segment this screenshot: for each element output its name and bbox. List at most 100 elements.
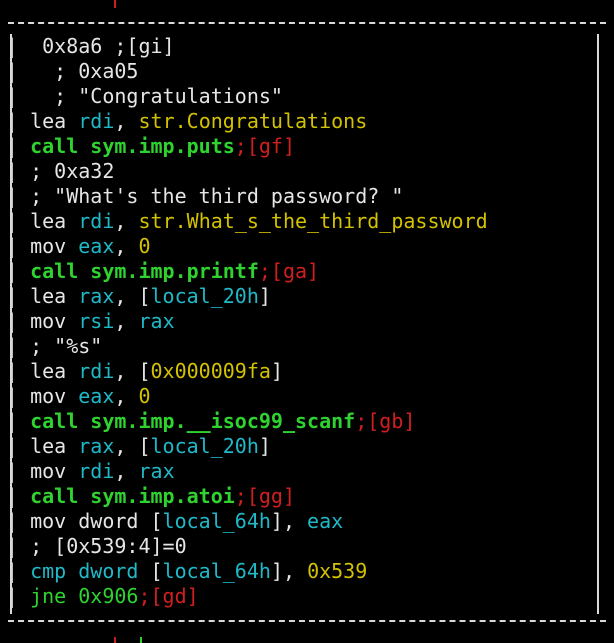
line-gutter: | [6, 359, 31, 383]
asm-token: call sym.imp.puts [30, 134, 235, 158]
line-gutter: | [6, 34, 31, 58]
asm-token: 0 [138, 384, 151, 408]
line-gutter: | [6, 184, 31, 208]
asm-line: | ; "What's the third password? " [6, 184, 403, 209]
asm-line: | call sym.imp.printf;[ga] [6, 259, 319, 284]
asm-token: str.What_s_the_third_password [138, 209, 488, 233]
asm-token: local_64h [162, 509, 271, 533]
asm-token: rdi [78, 359, 115, 383]
block-top-border [8, 22, 606, 24]
asm-token: mov [30, 234, 79, 258]
line-gutter: | [6, 59, 31, 83]
asm-line: | mov eax, 0 [6, 234, 151, 259]
line-gutter: | [6, 484, 31, 508]
asm-token: , [114, 309, 139, 333]
line-gutter: | [6, 509, 31, 533]
line-gutter: | [6, 84, 31, 108]
line-gutter: | [6, 559, 31, 583]
asm-line: | call sym.imp.__isoc99_scanf;[gb] [6, 409, 415, 434]
asm-token: eax [78, 234, 115, 258]
asm-line: | ; [0x539:4]=0 [6, 534, 187, 559]
asm-token: eax [307, 509, 344, 533]
asm-token: rax [78, 284, 115, 308]
terminal-window: | 0x8a6 ;[gi] | ; 0xa05 | ; "Congratulatio… [0, 0, 614, 643]
asm-token: ;[ga] [258, 259, 320, 283]
asm-token: local_20h [150, 434, 259, 458]
asm-token: ; 0xa05 [30, 59, 139, 83]
line-gutter: | [6, 109, 31, 133]
asm-line: | lea rax, [local_20h] [6, 434, 271, 459]
asm-token: lea [30, 434, 79, 458]
line-gutter: | [6, 309, 31, 333]
line-gutter: | [6, 234, 31, 258]
outgoing-edge-true-marker [140, 637, 142, 643]
asm-line: | lea rax, [local_20h] [6, 284, 271, 309]
line-gutter: | [6, 334, 31, 358]
asm-line: | mov dword [local_64h], eax [6, 509, 343, 534]
line-gutter: | [6, 534, 31, 558]
asm-token: ], [270, 559, 308, 583]
asm-token: rdi [78, 209, 115, 233]
asm-token: 0x539 [307, 559, 368, 583]
asm-token: rdi [78, 109, 115, 133]
asm-token: jne 0x906 [30, 584, 139, 608]
asm-line: | ; 0xa32 [6, 159, 114, 184]
asm-token: ; "%s" [30, 334, 103, 358]
asm-token: ] [258, 434, 271, 458]
asm-token: , [ [114, 284, 151, 308]
line-gutter: | [6, 434, 31, 458]
asm-token: ; [0x539:4]=0 [30, 534, 187, 558]
outgoing-edge-false-marker [114, 637, 116, 643]
asm-token: ; 0xa32 [30, 159, 115, 183]
asm-line: | mov eax, 0 [6, 384, 151, 409]
asm-token: local_64h [162, 559, 271, 583]
asm-token: [ [150, 559, 163, 583]
incoming-edge-marker [114, 0, 116, 8]
asm-token: rax [138, 459, 175, 483]
asm-line: | mov rdi, rax [6, 459, 175, 484]
asm-token: lea [30, 359, 79, 383]
asm-line: | call sym.imp.atoi;[gg] [6, 484, 295, 509]
asm-token: eax [78, 384, 115, 408]
line-gutter: | [6, 584, 31, 608]
asm-token: rax [138, 309, 175, 333]
asm-token: rdi [78, 459, 115, 483]
asm-token: , [114, 209, 139, 233]
block-right-border [597, 34, 599, 614]
asm-token: call sym.imp.printf [30, 259, 259, 283]
asm-line: | lea rdi, str.Congratulations [6, 109, 367, 134]
asm-token: mov dword [ [30, 509, 163, 533]
asm-token: mov [30, 459, 79, 483]
asm-token: , [ [114, 434, 151, 458]
asm-token: , [114, 459, 139, 483]
asm-token: ;[gd] [138, 584, 199, 608]
asm-token: ] [258, 284, 271, 308]
asm-token: rsi [78, 309, 115, 333]
asm-token: 0x8a6 ;[gi] [30, 34, 175, 58]
asm-token: ;[gf] [234, 134, 296, 158]
asm-line: | ; "%s" [6, 334, 102, 359]
line-gutter: | [6, 259, 31, 283]
asm-token: ; "Congratulations" [30, 84, 283, 108]
asm-line: | jne 0x906;[gd] [6, 584, 199, 609]
asm-line: | cmp dword [local_64h], 0x539 [6, 559, 367, 584]
asm-line: | 0x8a6 ;[gi] [6, 34, 175, 59]
asm-token: str.Congratulations [138, 109, 368, 133]
line-gutter: | [6, 134, 31, 158]
asm-token: 0x000009fa [150, 359, 271, 383]
asm-token: , [ [114, 359, 151, 383]
line-gutter: | [6, 159, 31, 183]
asm-token: , [114, 234, 139, 258]
asm-token: call sym.imp.__isoc99_scanf [30, 409, 356, 433]
asm-token: mov [30, 384, 79, 408]
asm-token: mov [30, 309, 79, 333]
asm-token: cmp dword [30, 559, 151, 583]
asm-token: ; "What's the third password? " [30, 184, 404, 208]
block-bottom-border [8, 620, 606, 622]
asm-token: call sym.imp.atoi [30, 484, 235, 508]
asm-line: | call sym.imp.puts;[gf] [6, 134, 295, 159]
asm-token: 0 [138, 234, 151, 258]
asm-line: | lea rdi, str.What_s_the_third_password [6, 209, 488, 234]
asm-line: | ; "Congratulations" [6, 84, 283, 109]
line-gutter: | [6, 284, 31, 308]
